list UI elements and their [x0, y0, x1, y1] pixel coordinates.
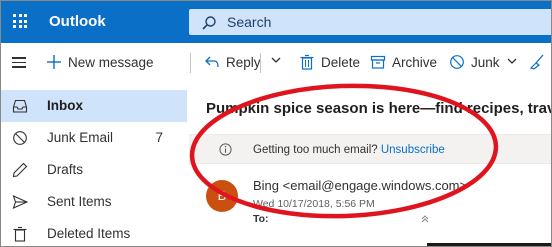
sidebar-item-sent-items[interactable]: Sent Items: [1, 186, 187, 218]
sidebar-item-junk-email[interactable]: Junk Email 7: [1, 122, 187, 154]
delete-button[interactable]: Delete: [299, 54, 360, 70]
reply-button[interactable]: Reply: [204, 54, 261, 70]
reading-pane: Pumpkin spice season is here—find recipe…: [189, 90, 552, 246]
sidebar-item-label: Drafts: [47, 162, 84, 177]
folder-pane: Inbox Junk Email 7 Drafts Sent Items Del…: [1, 90, 187, 246]
sidebar-item-deleted-items[interactable]: Deleted Items: [1, 218, 187, 246]
junk-label: Junk: [471, 54, 500, 70]
sidebar-item-label: Junk Email: [47, 130, 114, 145]
info-icon: [219, 143, 232, 159]
archive-icon: [370, 54, 386, 70]
info-text: Getting too much email?: [253, 144, 378, 156]
sidebar-item-label: Inbox: [47, 98, 83, 113]
command-divider: [260, 53, 261, 73]
sender-avatar[interactable]: B: [206, 180, 238, 212]
junk-button[interactable]: Junk: [449, 54, 518, 70]
send-icon: [12, 194, 29, 213]
archive-button[interactable]: Archive: [370, 54, 437, 70]
sidebar-item-label: Sent Items: [47, 194, 112, 209]
block-icon: [449, 54, 465, 70]
pencil-icon: [12, 162, 28, 181]
block-icon: [12, 130, 28, 149]
broom-icon: [528, 54, 546, 70]
command-bar: New message Reply Delete Archive Junk: [1, 43, 551, 83]
trash-icon: [299, 54, 315, 70]
trash-icon: [12, 226, 28, 245]
chevron-up-icon[interactable]: [420, 214, 430, 227]
sweep-button[interactable]: [528, 54, 551, 70]
unsubscribe-link[interactable]: Unsubscribe: [381, 144, 445, 156]
sender-address[interactable]: Bing <email@engage.windows.com>: [253, 178, 467, 193]
reply-icon: [204, 54, 220, 70]
sidebar-item-label: Deleted Items: [47, 226, 131, 241]
info-message: Getting too much email? Unsubscribe: [253, 144, 445, 156]
junk-chevron-icon[interactable]: [506, 55, 518, 70]
archive-label: Archive: [392, 54, 438, 70]
command-divider: [190, 53, 191, 73]
outlook-window: Outlook Search New message Reply Delete …: [0, 0, 552, 247]
new-message-label: New message: [68, 54, 154, 70]
reply-label: Reply: [226, 54, 261, 70]
delete-label: Delete: [321, 54, 361, 70]
taskbar-strip: [427, 243, 551, 246]
chevron-down-icon: [270, 54, 282, 69]
unsubscribe-info-bar: Getting too much email? Unsubscribe: [189, 134, 551, 164]
reply-options-chevron[interactable]: [270, 54, 282, 69]
search-box[interactable]: Search: [189, 9, 551, 35]
new-message-button[interactable]: New message: [46, 54, 154, 70]
message-date: Wed 10/17/2018, 5:56 PM: [253, 198, 375, 210]
search-icon: [202, 16, 216, 30]
plus-icon: [46, 54, 62, 70]
app-title[interactable]: Outlook: [49, 13, 106, 30]
top-header: Outlook Search: [1, 1, 551, 43]
sidebar-item-inbox[interactable]: Inbox: [1, 90, 187, 122]
sidebar-item-drafts[interactable]: Drafts: [1, 154, 187, 186]
message-subject: Pumpkin spice season is here—find recipe…: [206, 100, 552, 117]
search-placeholder[interactable]: Search: [227, 14, 271, 30]
app-launcher-icon[interactable]: [13, 14, 27, 28]
to-label: To:: [253, 213, 269, 225]
hamburger-menu-icon[interactable]: [12, 57, 26, 68]
inbox-icon: [12, 98, 28, 117]
unread-count: 7: [155, 130, 163, 145]
